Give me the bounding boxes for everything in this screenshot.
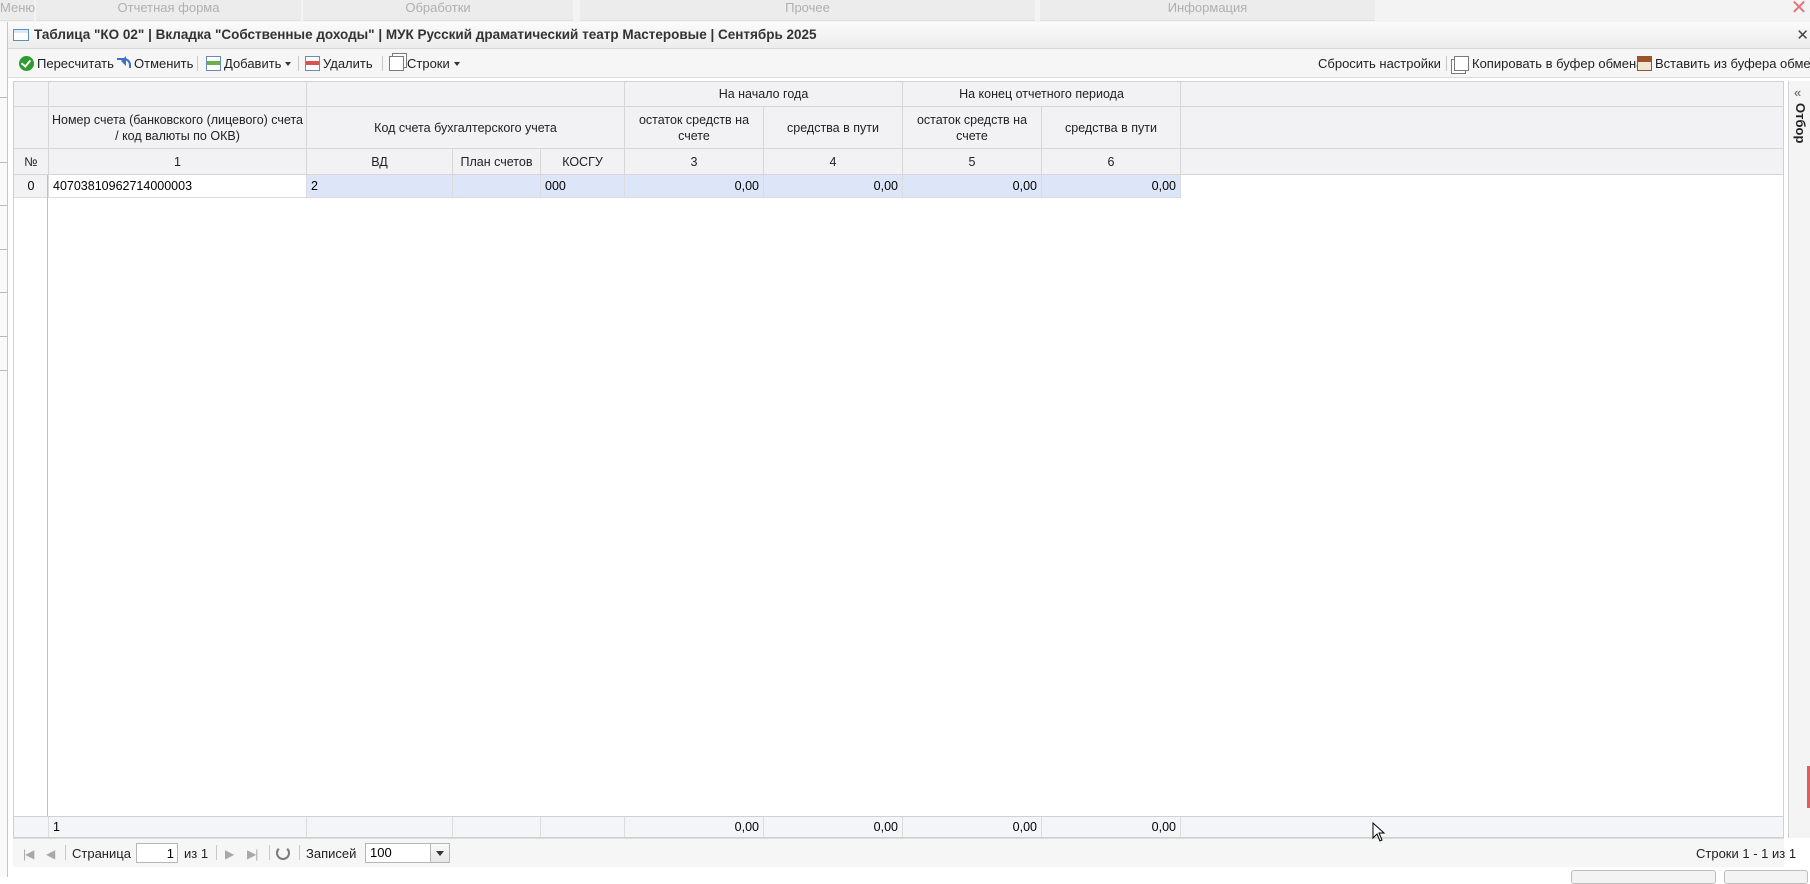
check-icon [19, 56, 34, 71]
totals-col-5: 0,00 [903, 817, 1042, 837]
header-accounting-code[interactable]: Код счета бухгалтерского учета [307, 107, 625, 149]
header-balance-start[interactable]: остаток средств на счете [625, 107, 764, 149]
group-header-start-of-year: На начало года [625, 82, 903, 107]
cancel-label: Отменить [134, 56, 194, 71]
delete-button[interactable]: Удалить [305, 55, 373, 72]
header-blank-code [307, 82, 625, 107]
background-close-icon: ✕ [1790, 0, 1808, 19]
copy-icon [1454, 56, 1469, 71]
bg-menu-info: Информация [1040, 0, 1375, 21]
table-window: Таблица "КО 02" | Вкладка "Собственные д… [7, 22, 1810, 877]
header-col-3: 3 [625, 149, 764, 175]
rows-icon [389, 56, 404, 71]
records-per-page-value: 100 [370, 845, 392, 860]
cancel-button[interactable]: Отменить [116, 55, 193, 72]
header-account-number[interactable]: Номер счета (банковского (лицевого) счет… [49, 107, 307, 149]
data-grid: На начало года На конец отчетного период… [13, 81, 1784, 838]
bg-menu-main: Меню [0, 0, 35, 21]
header-balance-end[interactable]: остаток средств на счете [903, 107, 1042, 149]
chevron-down-icon [453, 62, 460, 66]
expand-panel-icon[interactable]: « [1794, 85, 1801, 100]
bg-menu-other: Прочее [580, 0, 1035, 21]
first-page-icon[interactable]: |◀ [23, 845, 34, 863]
add-label: Добавить [224, 56, 282, 71]
balance-start-cell[interactable]: 0,00 [625, 175, 764, 198]
filter-side-panel[interactable]: « Отбор [1788, 81, 1810, 838]
page-total-label: из 1 [184, 846, 209, 861]
delete-row-icon [305, 56, 320, 71]
recalculate-label: Пересчитать [37, 56, 114, 71]
background-menu-bar: Меню Отчетная форма Обработки Прочее Инф… [0, 0, 1810, 22]
rows-menu-button[interactable]: Строки [389, 55, 460, 72]
header-blank-no [14, 82, 49, 107]
totals-col-6: 0,00 [1042, 817, 1181, 837]
totals-count: 1 [49, 817, 307, 837]
rows-label: Строки [407, 56, 450, 71]
bottom-dialog-button[interactable] [1571, 870, 1716, 884]
copy-to-clipboard-button[interactable]: Копировать в буфер обмена [1454, 55, 1643, 72]
paste-from-clipboard-button[interactable]: Вставить из буфера обмена [1637, 55, 1810, 72]
window-titlebar: Таблица "КО 02" | Вкладка "Собственные д… [8, 22, 1810, 49]
paging-toolbar: |◀ ◀ Страница из 1 ▶ ▶| Записей 100 Стро… [13, 838, 1796, 867]
undo-icon [116, 56, 131, 71]
header-col-1: 1 [49, 149, 307, 175]
vd-cell[interactable]: 2 [307, 175, 453, 198]
header-kosgu[interactable]: КОСГУ [541, 149, 625, 175]
totals-col-3: 0,00 [625, 817, 764, 837]
window-close-icon[interactable]: ✕ [1796, 26, 1809, 44]
group-header-end-of-period: На конец отчетного периода [903, 82, 1181, 107]
header-blank-no-2 [14, 107, 49, 149]
header-row-number: № [14, 149, 49, 175]
balance-end-cell[interactable]: 0,00 [903, 175, 1042, 198]
paste-label: Вставить из буфера обмена [1655, 56, 1810, 71]
header-col-4: 4 [764, 149, 903, 175]
header-chart-of-accounts[interactable]: План счетов [453, 149, 541, 175]
reset-settings-label: Сбросить настройки [1318, 56, 1441, 71]
chevron-down-icon[interactable] [430, 844, 449, 862]
row-number-cell: 0 [14, 175, 49, 198]
page-label: Страница [72, 846, 131, 861]
chevron-down-icon [285, 62, 292, 66]
kosgu-cell[interactable]: 000 [541, 175, 625, 198]
header-col-5: 5 [903, 149, 1042, 175]
bottom-dialog-button-2[interactable] [1724, 870, 1808, 884]
toolbar: Пересчитать Отменить Добавить Удалить Ст… [8, 49, 1810, 78]
last-page-icon[interactable]: ▶| [247, 845, 258, 863]
totals-col-4: 0,00 [764, 817, 903, 837]
transit-start-cell[interactable]: 0,00 [764, 175, 903, 198]
bg-menu-report-form: Отчетная форма [36, 0, 301, 21]
page-number-input[interactable] [136, 843, 178, 863]
rows-summary: Строки 1 - 1 из 1 [1696, 846, 1797, 861]
delete-label: Удалить [323, 56, 373, 71]
copy-label: Копировать в буфер обмена [1472, 56, 1644, 71]
recalculate-button[interactable]: Пересчитать [19, 55, 114, 72]
table-icon [13, 29, 29, 41]
header-col-6: 6 [1042, 149, 1181, 175]
header-blank-account [49, 82, 307, 107]
previous-page-icon[interactable]: ◀ [46, 845, 55, 863]
window-title: Таблица "КО 02" | Вкладка "Собственные д… [34, 27, 817, 42]
next-page-icon[interactable]: ▶ [225, 845, 234, 863]
records-label: Записей [306, 846, 357, 861]
clipboard-icon [1637, 56, 1652, 71]
totals-row: 1 0,00 0,00 0,00 0,00 [14, 816, 1783, 837]
header-transit-end[interactable]: средства в пути [1042, 107, 1181, 149]
bg-menu-processing: Обработки [303, 0, 573, 21]
header-vd[interactable]: ВД [307, 149, 453, 175]
frozen-column-divider [47, 175, 48, 837]
reset-settings-button[interactable]: Сбросить настройки [1318, 55, 1441, 72]
records-per-page-select[interactable]: 100 [365, 843, 450, 863]
chart-of-accounts-cell[interactable] [453, 175, 541, 198]
refresh-icon[interactable] [276, 845, 290, 863]
filter-panel-label: Отбор [1793, 103, 1808, 144]
add-button[interactable]: Добавить [206, 55, 292, 72]
account-number-cell[interactable]: 40703810962714000003 [49, 175, 307, 198]
header-transit-start[interactable]: средства в пути [764, 107, 903, 149]
add-row-icon [206, 56, 221, 71]
transit-end-cell[interactable]: 0,00 [1042, 175, 1181, 198]
